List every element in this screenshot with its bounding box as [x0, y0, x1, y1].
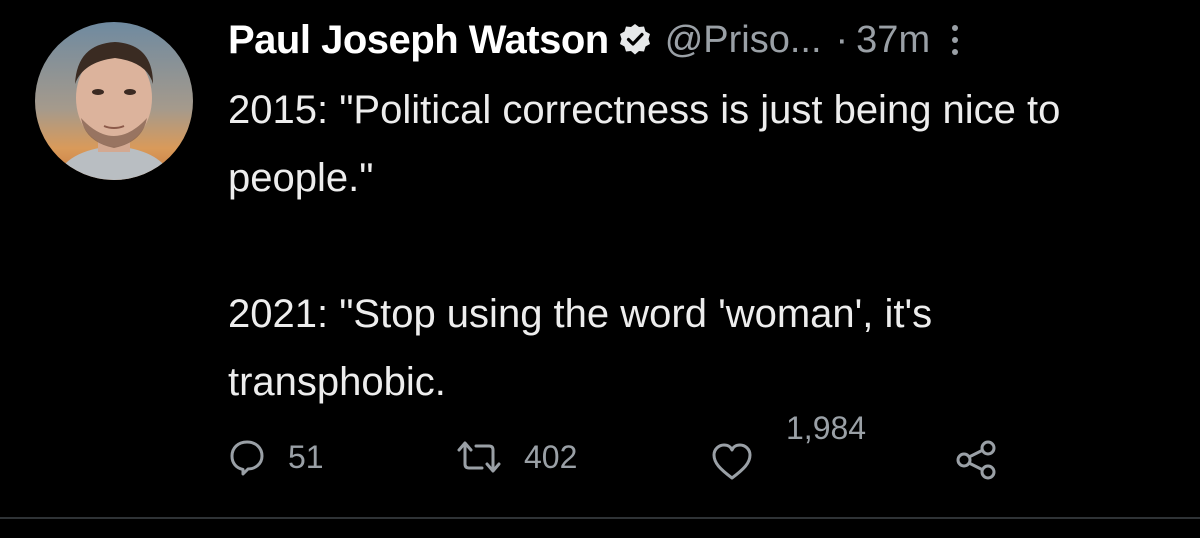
retweet-count: 402: [524, 438, 578, 475]
retweet-button[interactable]: 402: [456, 438, 577, 476]
tweet[interactable]: Paul Joseph Watson @Priso... · 37m 2015:…: [0, 0, 1200, 517]
tweet-actions: 51 402 1,984: [228, 410, 1158, 510]
timestamp[interactable]: 37m: [856, 19, 930, 62]
separator-dot: ·: [835, 18, 849, 61]
reply-count: 51: [288, 438, 324, 475]
verified-badge-icon: [617, 22, 653, 58]
tweet-header: Paul Joseph Watson @Priso... · 37m: [228, 10, 1168, 70]
tweet-text: 2015: "Political correctness is just bei…: [228, 76, 1158, 416]
avatar-image: [35, 22, 193, 180]
divider: [0, 517, 1200, 519]
share-icon: [956, 440, 996, 480]
tweet-text-line-2021: 2021: "Stop using the word 'woman', it's…: [228, 292, 933, 404]
more-vertical-icon[interactable]: [948, 20, 962, 60]
tweet-text-line-2015: 2015: "Political correctness is just bei…: [228, 88, 1061, 200]
like-count: 1,984: [786, 410, 867, 446]
user-handle[interactable]: @Priso...: [665, 19, 822, 62]
reply-button[interactable]: 51: [228, 438, 324, 476]
reply-bubble-icon: [230, 440, 264, 476]
heart-icon: [712, 443, 752, 480]
avatar[interactable]: [35, 22, 193, 180]
retweet-icon: [457, 441, 501, 473]
share-button[interactable]: [954, 440, 998, 480]
display-name[interactable]: Paul Joseph Watson: [228, 18, 609, 63]
like-button[interactable]: [710, 442, 754, 482]
